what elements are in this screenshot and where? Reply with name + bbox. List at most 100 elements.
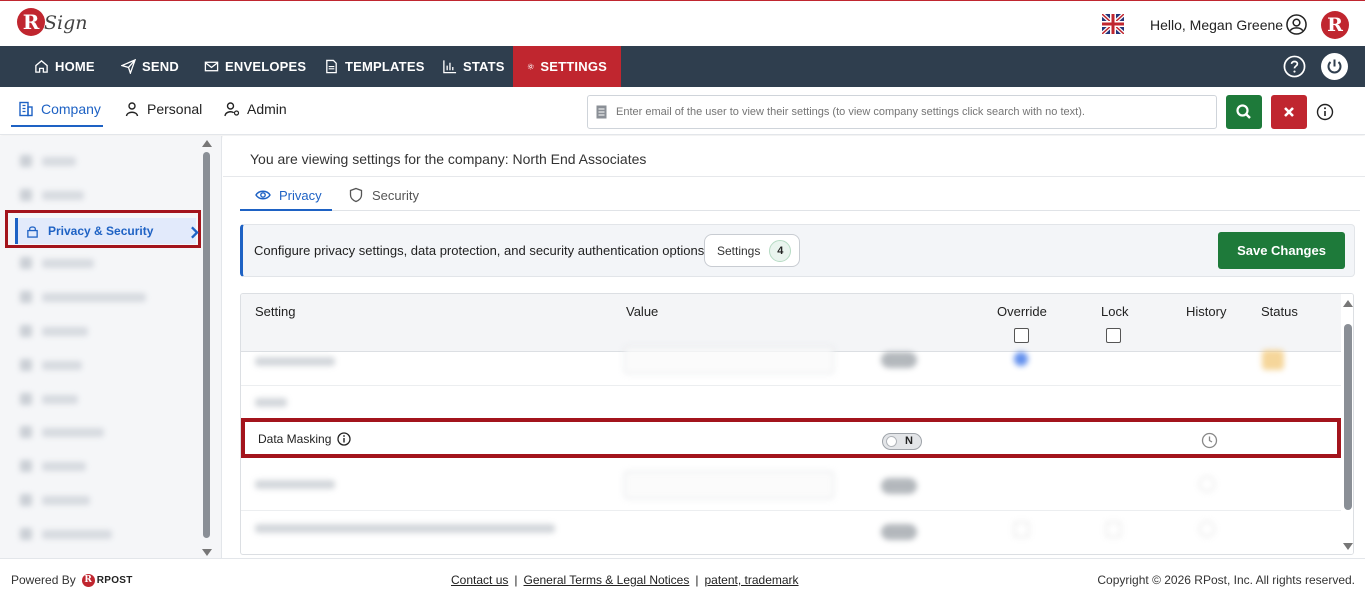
settings-table: Setting Value Override Lock History Stat… [240, 293, 1354, 555]
sidebar-item-blurred[interactable] [20, 152, 76, 170]
data-masking-setting: Data Masking [258, 432, 352, 446]
sidebar-item-blurred[interactable] [20, 322, 88, 340]
settings-count-value: 4 [769, 239, 792, 262]
nav-send[interactable]: SEND [121, 46, 179, 87]
table-row[interactable] [241, 516, 1341, 546]
sidebar-item-blurred[interactable] [20, 525, 112, 543]
sidebar-item-blurred[interactable] [20, 254, 94, 272]
blurred-history [1199, 476, 1215, 492]
tab-personal[interactable]: Personal [124, 101, 202, 117]
table-scroll-down[interactable] [1343, 543, 1353, 550]
tab-admin-label: Admin [247, 101, 287, 117]
sidebar-item-blurred[interactable] [20, 356, 82, 374]
lock-icon [27, 225, 38, 238]
info-icon[interactable] [337, 432, 352, 446]
nav-envelopes[interactable]: ENVELOPES [204, 46, 306, 87]
tab-company-label: Company [41, 101, 101, 117]
blurred-select [624, 346, 834, 374]
sidebar-item-blurred[interactable] [20, 186, 84, 204]
top-header: R Sign Hello, Megan Greene R [0, 0, 1365, 46]
help-icon[interactable] [1283, 55, 1306, 78]
copyright-text: Copyright © 2026 RPost, Inc. All rights … [1097, 573, 1355, 587]
sidebar-scroll-up[interactable] [202, 140, 212, 147]
settings-scope-bar: Company Personal Admin [0, 87, 1365, 135]
nav-home[interactable]: HOME [34, 46, 95, 87]
tab-privacy[interactable]: Privacy [255, 187, 322, 203]
rsign-logo[interactable]: R Sign [17, 8, 88, 42]
data-masking-toggle[interactable]: N [882, 433, 922, 450]
blurred-icon [20, 393, 32, 405]
table-scrollbar[interactable] [1341, 294, 1353, 554]
tab-security-label: Security [372, 187, 419, 203]
lock-all-checkbox[interactable] [1106, 328, 1121, 343]
override-all-checkbox[interactable] [1014, 328, 1029, 343]
logo-text: Sign [44, 12, 88, 34]
document-icon [326, 59, 337, 74]
building-icon [19, 101, 33, 117]
sidebar-item-blurred[interactable] [20, 390, 78, 408]
sidebar-item-blurred[interactable] [20, 457, 86, 475]
blurred-icon [20, 189, 32, 201]
sidebar-scrollbar[interactable] [203, 152, 210, 538]
rpost-brand-icon[interactable]: R [1321, 11, 1349, 39]
main-nav: HOME SEND ENVELOPES TEMPLATES STATS SETT… [0, 46, 1365, 87]
sidebar-item-blurred[interactable] [20, 423, 104, 441]
patent-link[interactable]: patent, trademark [704, 573, 798, 587]
bar-chart-icon [443, 60, 457, 74]
clear-search-button[interactable] [1271, 95, 1307, 129]
separator: | [695, 573, 699, 587]
table-row[interactable] [241, 346, 1341, 384]
logo-r-mark: R [17, 8, 45, 36]
terms-link[interactable]: General Terms & Legal Notices [524, 573, 690, 587]
col-status: Status [1261, 304, 1298, 319]
blurred-icon [20, 460, 32, 472]
info-icon[interactable] [1316, 103, 1334, 121]
contact-link[interactable]: Contact us [451, 573, 508, 587]
active-tab-indicator [11, 125, 103, 127]
blurred-label [42, 427, 104, 437]
blurred-label [42, 495, 90, 505]
sidebar-item-highlight: Privacy & Security [5, 210, 201, 248]
save-changes-button[interactable]: Save Changes [1218, 232, 1345, 269]
row-divider [241, 385, 1341, 386]
table-row [241, 394, 1341, 410]
toggle-knob [886, 436, 897, 447]
sidebar-item-label: Privacy & Security [48, 224, 154, 238]
table-header: Setting Value Override Lock History Stat… [241, 294, 1353, 352]
tabs-divider [240, 210, 1360, 211]
footer-links: Contact us | General Terms & Legal Notices… [451, 573, 799, 587]
nav-stats[interactable]: STATS [442, 46, 505, 87]
chevron-right-icon [191, 226, 199, 239]
blurred-checkbox [1014, 522, 1029, 537]
blurred-icon [20, 359, 32, 371]
table-row-data-masking[interactable]: Data Masking N [241, 418, 1341, 458]
clock-history-icon[interactable] [1201, 432, 1218, 449]
sidebar-item-blurred[interactable] [20, 491, 90, 509]
search-icon [1236, 104, 1251, 119]
tab-company[interactable]: Company [18, 101, 101, 117]
tab-security[interactable]: Security [348, 187, 419, 203]
nav-settings-label: SETTINGS [540, 59, 607, 74]
uk-flag-icon[interactable] [1102, 14, 1124, 34]
tab-admin[interactable]: Admin [224, 101, 287, 117]
blurred-icon [20, 528, 32, 540]
send-icon [121, 59, 136, 74]
search-button[interactable] [1226, 95, 1262, 129]
row-divider [241, 510, 1341, 511]
user-profile-icon[interactable] [1286, 14, 1307, 35]
logout-button[interactable] [1321, 53, 1348, 80]
blurred-icon [20, 494, 32, 506]
table-scroll-thumb[interactable] [1344, 324, 1352, 510]
nav-settings[interactable]: SETTINGS [513, 46, 621, 87]
blurred-icon [20, 257, 32, 269]
user-email-search-input[interactable] [616, 96, 1206, 128]
divider [223, 176, 1365, 177]
nav-templates[interactable]: TEMPLATES [324, 46, 425, 87]
blurred-text [255, 398, 287, 407]
nav-home-label: HOME [55, 59, 95, 74]
table-row[interactable] [241, 471, 1341, 502]
sidebar-scroll-down[interactable] [202, 549, 212, 556]
sidebar-item-blurred[interactable] [20, 288, 146, 306]
table-scroll-up[interactable] [1343, 300, 1353, 307]
sidebar-item-privacy-security[interactable]: Privacy & Security [15, 218, 199, 244]
